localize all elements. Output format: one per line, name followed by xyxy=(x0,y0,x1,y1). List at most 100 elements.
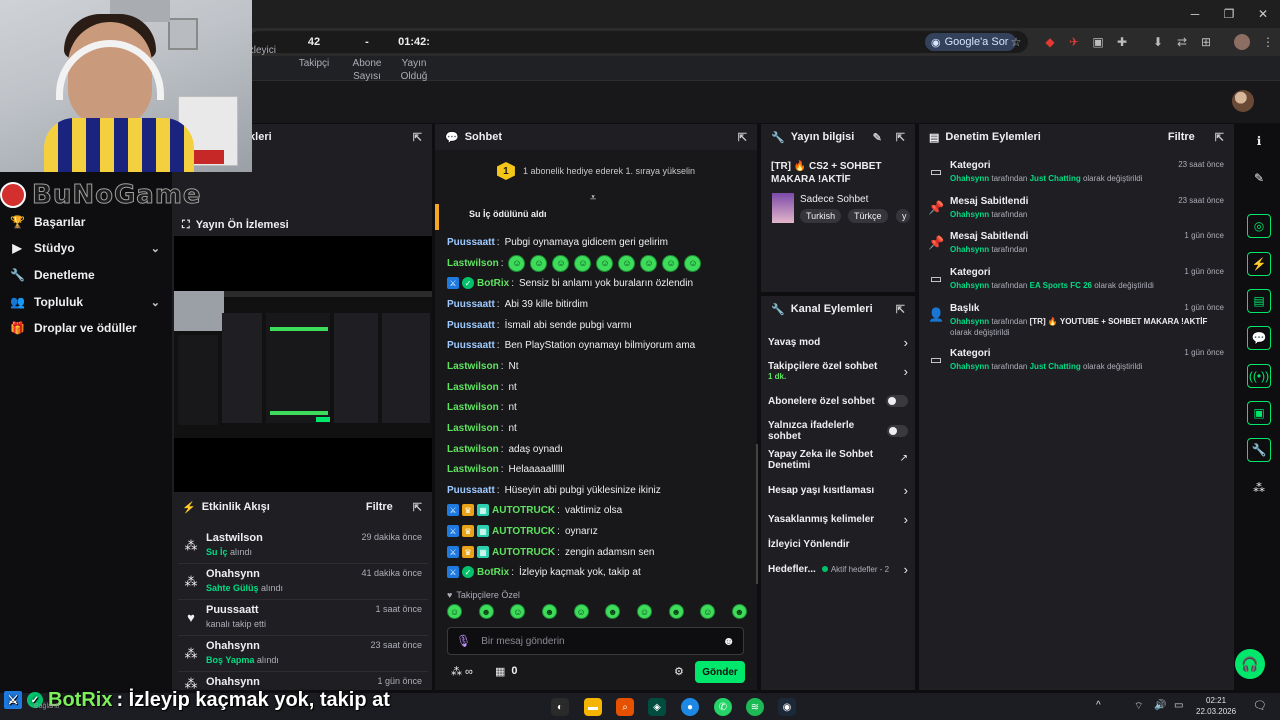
emote-only-row[interactable]: Yalnızca ifadelerle sohbet xyxy=(768,420,908,442)
chat-message[interactable]: Lastwilson: Nt xyxy=(447,357,747,375)
chat-message[interactable]: Lastwilson: Helaaaaallllll xyxy=(447,460,747,478)
download-icon[interactable]: ⬇ xyxy=(1150,34,1166,50)
chat-message[interactable]: ⚔ ♛ ▦ AUTOTRUCK: vaktimiz olsa xyxy=(447,501,747,519)
popout-icon[interactable]: ⇱ xyxy=(413,131,422,144)
menu-dots-icon[interactable]: ⋮ xyxy=(1260,34,1276,50)
google-ask-button[interactable]: ◉ Google'a Sor xyxy=(925,33,1017,51)
sub-only-toggle[interactable] xyxy=(886,395,908,407)
close-icon[interactable]: ✕ xyxy=(1246,0,1280,28)
chat-username[interactable]: BotRix xyxy=(477,278,509,289)
notification-icon[interactable]: 🗨 xyxy=(1253,699,1267,712)
clipboard-icon[interactable]: ▤ xyxy=(1247,289,1271,313)
mod-filter-button[interactable]: Filtre xyxy=(1168,131,1195,143)
tray-chevron-icon[interactable]: ^ xyxy=(1096,700,1101,711)
extension-off-icon[interactable]: ▣ xyxy=(1090,34,1106,50)
chat-username[interactable]: Puussaatt xyxy=(447,485,495,496)
edit-icon[interactable]: ✎ xyxy=(1247,166,1271,190)
chat-message[interactable]: Puussaatt: İsmail abi sende pubgi varmı xyxy=(447,316,747,334)
wrench-icon[interactable]: 🔧 xyxy=(1247,438,1271,462)
emote-only-toggle[interactable] xyxy=(886,425,908,437)
chrome-icon[interactable]: ● xyxy=(681,698,699,716)
chat-username[interactable]: Lastwilson xyxy=(447,402,499,413)
microphone-icon[interactable]: 🎙 xyxy=(456,634,471,648)
chat-icon[interactable]: 💬 xyxy=(1247,326,1271,350)
whatsapp-icon[interactable]: ✆ xyxy=(714,698,732,716)
sidebar-item-moderation[interactable]: 🔧 Denetleme xyxy=(10,265,160,285)
app-icon[interactable]: ⌕ xyxy=(616,698,634,716)
sidebar-item-achievements[interactable]: 🏆 Başarılar xyxy=(10,212,160,232)
emote[interactable]: ☻ xyxy=(605,604,621,619)
chat-message[interactable]: Lastwilson: adaş oynadı xyxy=(447,440,747,458)
extension-red2-icon[interactable]: ✈ xyxy=(1066,34,1082,50)
extension-red-icon[interactable]: ◆ xyxy=(1042,34,1058,50)
collapse-icon[interactable]: ⩡ xyxy=(590,192,596,205)
chat-username[interactable]: Puussaatt xyxy=(447,320,495,331)
chat-username[interactable]: Puussaatt xyxy=(447,340,495,351)
sidebar-item-drops[interactable]: 🎁 Droplar ve ödüller xyxy=(10,318,160,338)
chat-username[interactable]: AUTOTRUCK xyxy=(492,505,555,516)
popout-icon[interactable]: ⇱ xyxy=(1215,131,1224,144)
activity-item[interactable]: ♥ Puussaatt kanalı takip etti 1 saat önc… xyxy=(178,600,428,636)
translate-icon[interactable]: ⇄ xyxy=(1174,34,1190,50)
activity-filter-button[interactable]: Filtre xyxy=(366,501,393,513)
chat-message[interactable]: Lastwilson: nt xyxy=(447,419,747,437)
profile-avatar[interactable] xyxy=(1234,34,1250,50)
emote[interactable]: ☺ xyxy=(447,604,462,619)
layout-icon[interactable]: ▣ xyxy=(1247,401,1271,425)
sidebar-item-studio[interactable]: ▶ Stüdyo ⌄ xyxy=(10,238,160,258)
extensions-icon[interactable]: ✚ xyxy=(1114,34,1130,50)
steam-icon[interactable]: ◉ xyxy=(778,698,796,716)
chat-username[interactable]: Puussaatt xyxy=(447,237,495,248)
mod-action-item[interactable]: ▭ Kategori 1 gün önce Ohahsynn tarafından E… xyxy=(926,267,1226,303)
popout-icon[interactable]: ⇱ xyxy=(413,501,422,514)
points-icon[interactable]: ⁂ xyxy=(1247,476,1271,500)
tag[interactable]: y xyxy=(896,209,910,223)
chat-message[interactable]: Puussaatt: Abi 39 kille bitirdim xyxy=(447,295,747,313)
star-icon[interactable]: ☆ xyxy=(1008,34,1024,50)
chat-username[interactable]: Lastwilson xyxy=(447,382,499,393)
mod-action-item[interactable]: 📌 Mesaj Sabitlendi 1 gün önce Ohahsynn tara… xyxy=(926,231,1226,267)
volume-icon[interactable]: 🔊 xyxy=(1154,700,1166,711)
emote[interactable]: ☺ xyxy=(700,604,716,619)
chat-username[interactable]: Lastwilson xyxy=(447,423,499,434)
help-chat-button[interactable]: 🎧 xyxy=(1235,649,1265,679)
battery-icon[interactable]: ▭ xyxy=(1174,700,1183,711)
chat-username[interactable]: Lastwilson xyxy=(447,361,499,372)
activity-item[interactable]: ⁂ Ohahsynn Boş Yapma alındı 23 saat önce xyxy=(178,636,428,672)
banned-words-row[interactable]: Yasaklanmış kelimeler › xyxy=(768,511,908,527)
chat-username[interactable]: BotRix xyxy=(477,567,509,578)
popout-icon[interactable]: ⇱ xyxy=(738,131,747,144)
chat-username[interactable]: AUTOTRUCK xyxy=(492,526,555,537)
info-icon[interactable]: ℹ xyxy=(1247,129,1271,153)
chat-input[interactable]: 🎙 ☻ xyxy=(447,627,744,655)
chat-scrollbar[interactable] xyxy=(756,444,758,584)
hype-banner[interactable]: 1 1 abonelik hediye ederek 1. sıraya yük… xyxy=(435,150,757,192)
channel-points[interactable]: ▦ 0 xyxy=(495,665,518,678)
app-icon[interactable]: ◐ xyxy=(551,698,569,716)
wifi-icon[interactable]: ⌔ xyxy=(1134,700,1143,713)
taskbar-clock[interactable]: 02:21 22.03.2026 xyxy=(1196,695,1236,717)
emote[interactable]: ☺ xyxy=(510,604,526,619)
emote[interactable]: ☻ xyxy=(731,604,747,619)
chat-username[interactable]: Lastwilson xyxy=(447,258,499,269)
chat-message-field[interactable] xyxy=(481,635,713,647)
chat-username[interactable]: Lastwilson xyxy=(447,464,499,475)
activity-item[interactable]: ⁂ Ohahsynn Sahte Gülüş alındı 41 dakika … xyxy=(178,564,428,600)
chat-username[interactable]: Puussaatt xyxy=(447,299,495,310)
chat-message[interactable]: Lastwilson: nt xyxy=(447,378,747,396)
spotify-icon[interactable]: ≋ xyxy=(746,698,764,716)
chat-message[interactable]: ⚔ ✓ BotRix: Sensiz bi anlamı yok buraların … xyxy=(447,274,747,292)
emote[interactable]: ☻ xyxy=(541,604,557,619)
raid-row[interactable]: İzleyici Yönlendir xyxy=(768,537,908,551)
tag[interactable]: Türkçe xyxy=(848,209,888,223)
popout-icon[interactable]: ⇱ xyxy=(896,131,905,144)
app-icon[interactable]: ◈ xyxy=(648,698,666,716)
chat-message[interactable]: Lastwilson: ☺ ☺ ☺ ☺ ☺ ☺ ☺ ☺ ☺ xyxy=(447,254,747,272)
broadcast-icon[interactable]: ((•)) xyxy=(1247,364,1271,388)
mod-action-item[interactable]: ▭ Kategori 1 gün önce Ohahsynn tarafından J… xyxy=(926,348,1226,384)
account-age-row[interactable]: Hesap yaşı kısıtlaması › xyxy=(768,482,908,498)
mod-action-item[interactable]: ▭ Kategori 23 saat önce Ohahsynn tarafından… xyxy=(926,160,1226,196)
chat-message[interactable]: ⚔ ♛ ▦ AUTOTRUCK: oynarız xyxy=(447,522,747,540)
chat-message[interactable]: Puussaatt: Pubgi oynamaya gidicem geri ge… xyxy=(447,233,747,251)
tag[interactable]: Turkish xyxy=(800,209,842,223)
